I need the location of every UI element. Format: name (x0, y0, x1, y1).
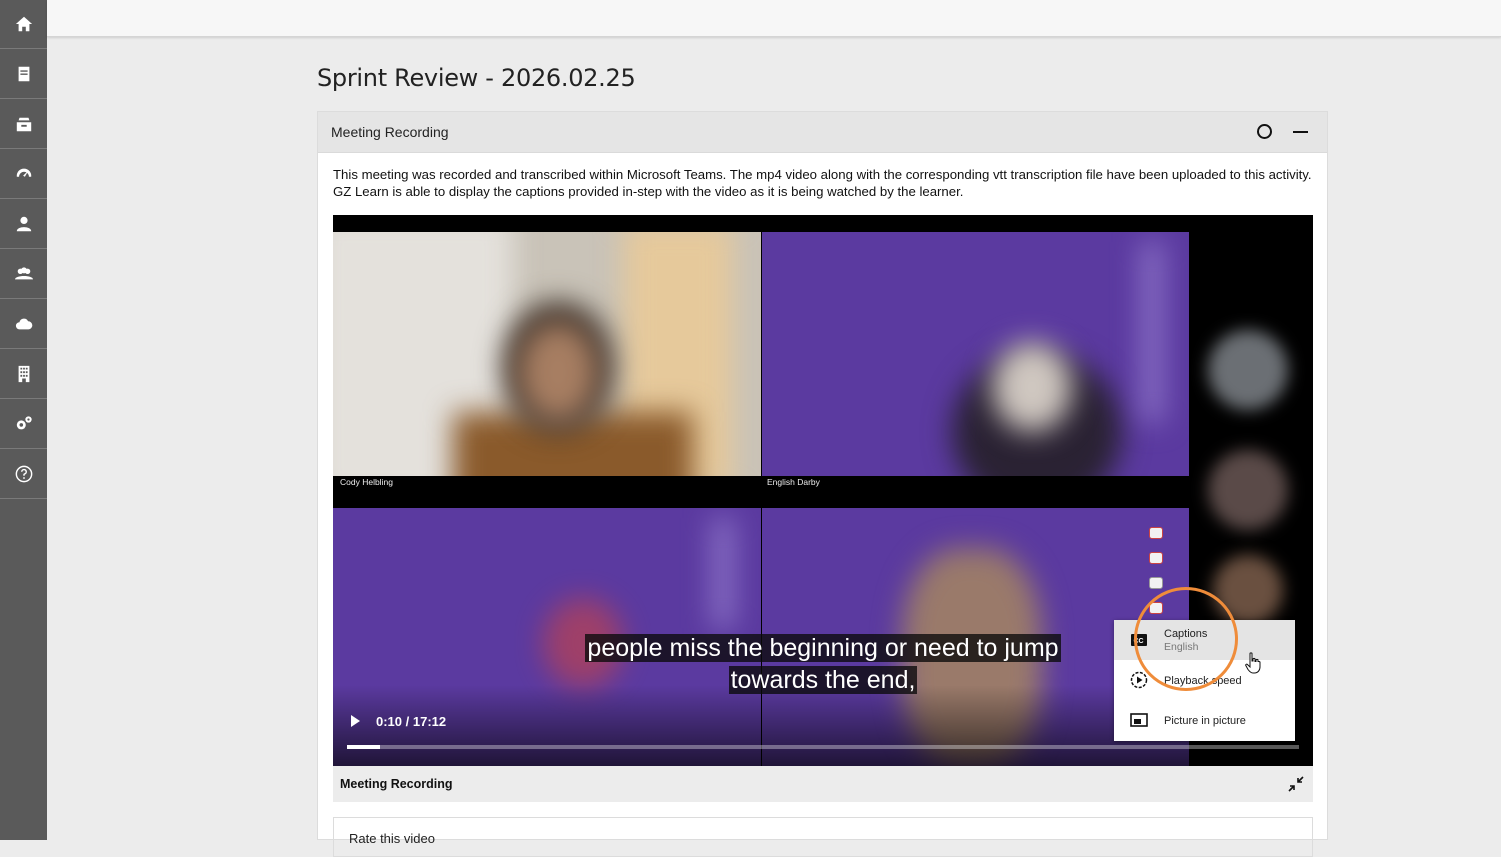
participant-avatar (1208, 330, 1288, 410)
sidebar-item-groups[interactable] (0, 250, 47, 299)
progress-fill (347, 745, 381, 749)
sidebar-item-cloud[interactable] (0, 300, 47, 349)
page-title: Sprint Review - 2026.02.25 (317, 64, 636, 92)
complete-toggle-button[interactable] (1257, 124, 1272, 139)
caption-line: towards the end, (728, 666, 918, 694)
participant-tile (762, 232, 1189, 476)
panel-title: Meeting Recording (331, 124, 449, 140)
reaction-icon (1149, 577, 1163, 589)
sidebar-item-help[interactable] (0, 450, 47, 499)
sidebar (0, 0, 47, 840)
users-icon (14, 267, 33, 280)
sidebar-item-user[interactable] (0, 200, 47, 249)
caption-text: people miss the beginning or need to jum… (563, 632, 1083, 696)
menu-item-picture-in-picture[interactable]: Picture in picture (1114, 700, 1295, 740)
participant-tile (333, 232, 761, 476)
participant-avatar (1208, 450, 1288, 530)
picture-in-picture-label: Picture in picture (1164, 715, 1246, 727)
sidebar-item-organization[interactable] (0, 350, 47, 399)
sidebar-item-home[interactable] (0, 0, 47, 49)
cloud-icon (15, 318, 32, 330)
activity-panel: Meeting Recording This meeting was recor… (317, 111, 1328, 857)
activity-description: This meeting was recorded and transcribe… (333, 167, 1312, 199)
home-icon (15, 16, 32, 32)
sidebar-item-courses[interactable] (0, 50, 47, 99)
panel-header: Meeting Recording (318, 112, 1327, 153)
caption-line: people miss the beginning or need to jum… (585, 634, 1061, 662)
time-display: 0:10 / 17:12 (376, 714, 447, 729)
play-icon[interactable] (351, 715, 360, 727)
sidebar-item-inbox[interactable] (0, 100, 47, 149)
click-highlight-ring (1134, 587, 1238, 691)
hand-cursor-icon (1245, 652, 1261, 674)
playback-speed-icon (1130, 671, 1148, 689)
video-footer: Meeting Recording (333, 766, 1313, 802)
user-icon (16, 216, 31, 232)
collapse-button[interactable] (1293, 131, 1308, 133)
book-icon (18, 66, 29, 82)
participant-name: Cody Helbling (340, 477, 393, 487)
picture-in-picture-icon (1130, 713, 1148, 727)
rating-section: Rate this video (333, 817, 1313, 857)
rating-label: Rate this video (349, 831, 435, 846)
reaction-icon (1149, 552, 1163, 564)
participant-name: English Darby (767, 477, 820, 487)
progress-bar[interactable] (347, 745, 1299, 749)
inbox-icon (16, 117, 31, 132)
collapse-arrows-icon[interactable] (1287, 775, 1305, 793)
help-icon (15, 465, 32, 483)
reaction-icon (1149, 527, 1163, 539)
speedometer-icon (16, 168, 31, 177)
sidebar-item-dashboard[interactable] (0, 150, 47, 199)
sidebar-item-settings[interactable] (0, 400, 47, 449)
gears-icon (16, 416, 32, 430)
top-bar (47, 0, 1501, 37)
building-icon (18, 365, 29, 383)
video-title: Meeting Recording (340, 777, 453, 791)
video-player[interactable]: Cody Helbling English Darby people miss … (333, 215, 1313, 766)
